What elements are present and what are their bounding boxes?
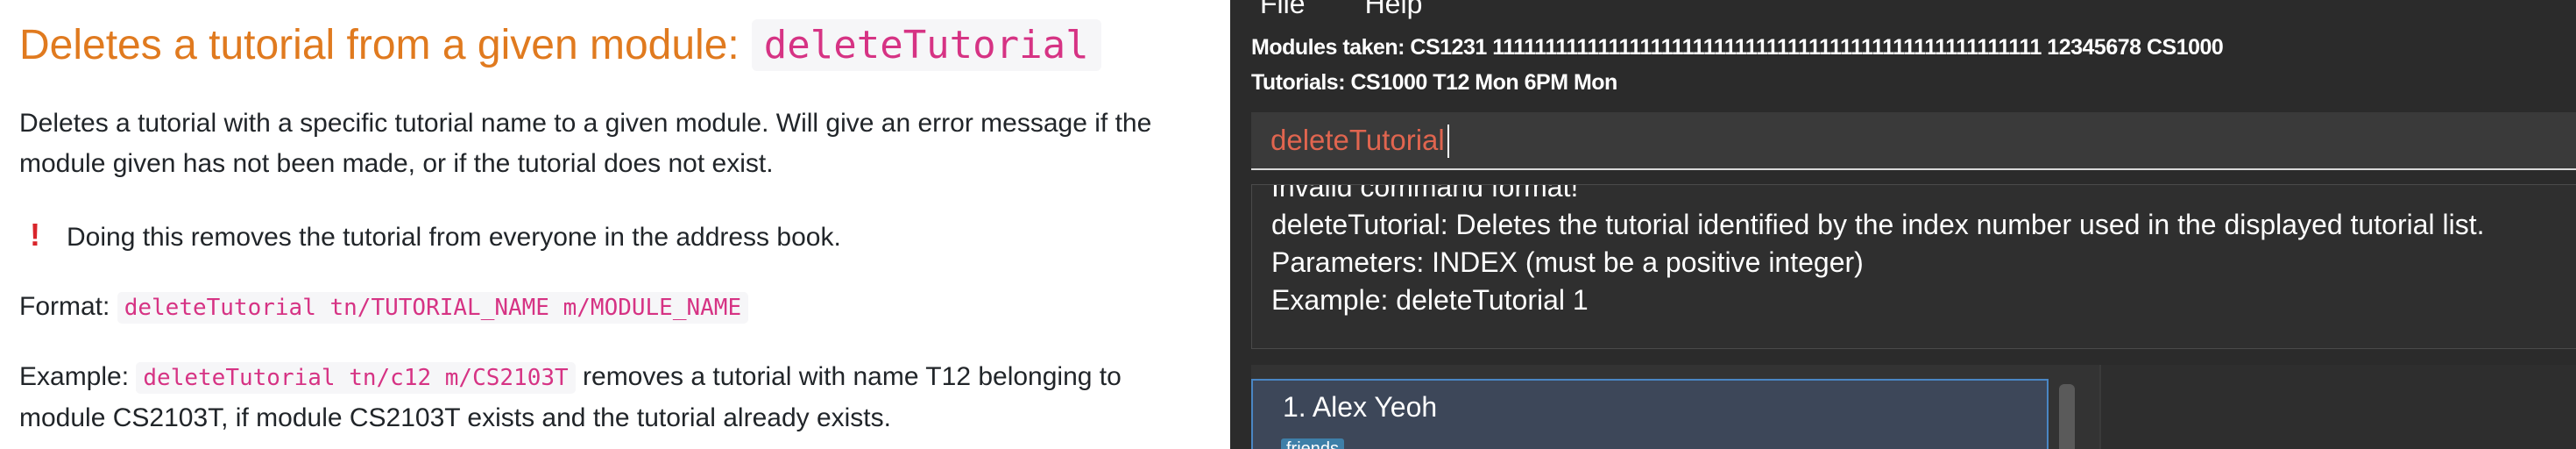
command-box[interactable] — [1251, 112, 2576, 170]
example-label: Example: — [19, 362, 130, 391]
person-name: 1. Alex Yeoh — [1283, 391, 1438, 423]
menu-help[interactable]: Help — [1335, 0, 1453, 21]
result-line-2: deleteTutorial: Deletes the tutorial ide… — [1271, 209, 2485, 240]
menu-file[interactable]: File — [1230, 0, 1335, 21]
text-caret — [1447, 125, 1449, 158]
person-tag: friends — [1281, 438, 1345, 449]
section-heading-text: Deletes a tutorial from a given module: — [19, 22, 740, 68]
format-code: deleteTutorial tn/TUTORIAL_NAME m/MODULE… — [117, 292, 749, 324]
list-scrollbar[interactable] — [2059, 384, 2075, 449]
menu-bar: File Help — [1230, 0, 1452, 21]
example-line-2: module CS2103T, if module CS2103T exists… — [19, 403, 891, 432]
person-card[interactable]: 1. Alex Yeoh friends — [1251, 379, 2049, 449]
result-display: Invalid command format! deleteTutorial: … — [1251, 184, 2576, 349]
description-line-1: Deletes a tutorial with a specific tutor… — [19, 109, 1152, 138]
modules-taken-label: Modules taken: CS1231 111111111111111111… — [1251, 35, 2224, 60]
section-heading: Deletes a tutorial from a given module: … — [19, 19, 1101, 71]
format-line: Format: deleteTutorial tn/TUTORIAL_NAME … — [19, 287, 749, 328]
warning-note: ! Doing this removes the tutorial from ev… — [19, 215, 841, 258]
command-input[interactable] — [1270, 112, 2567, 168]
result-line-1: Invalid command format! — [1271, 184, 1579, 203]
result-line-3: Parameters: INDEX (must be a positive in… — [1271, 246, 1864, 278]
section-heading-code: deleteTutorial — [751, 19, 1101, 71]
app-window: File Help Modules taken: CS1231 11111111… — [1230, 0, 2576, 449]
user-guide-section: Deletes a tutorial from a given module: … — [0, 0, 1230, 449]
tutorials-label: Tutorials: CS1000 T12 Mon 6PM Mon — [1251, 70, 1617, 95]
format-label: Format: — [19, 292, 110, 321]
description-line-2: module given has not been made, or if th… — [19, 149, 774, 178]
example-code: deleteTutorial tn/c12 m/CS2103T — [136, 362, 576, 394]
example-line-1: Example: deleteTutorial tn/c12 m/CS2103T… — [19, 357, 1122, 398]
person-list-panel: 1. Alex Yeoh friends — [1251, 365, 2576, 449]
side-panel — [2099, 365, 2576, 449]
result-line-4: Example: deleteTutorial 1 — [1271, 284, 1589, 316]
exclamation-icon: ! — [30, 217, 40, 253]
warning-text: Doing this removes the tutorial from eve… — [67, 223, 841, 252]
example-text: removes a tutorial with name T12 belongi… — [583, 362, 1122, 391]
